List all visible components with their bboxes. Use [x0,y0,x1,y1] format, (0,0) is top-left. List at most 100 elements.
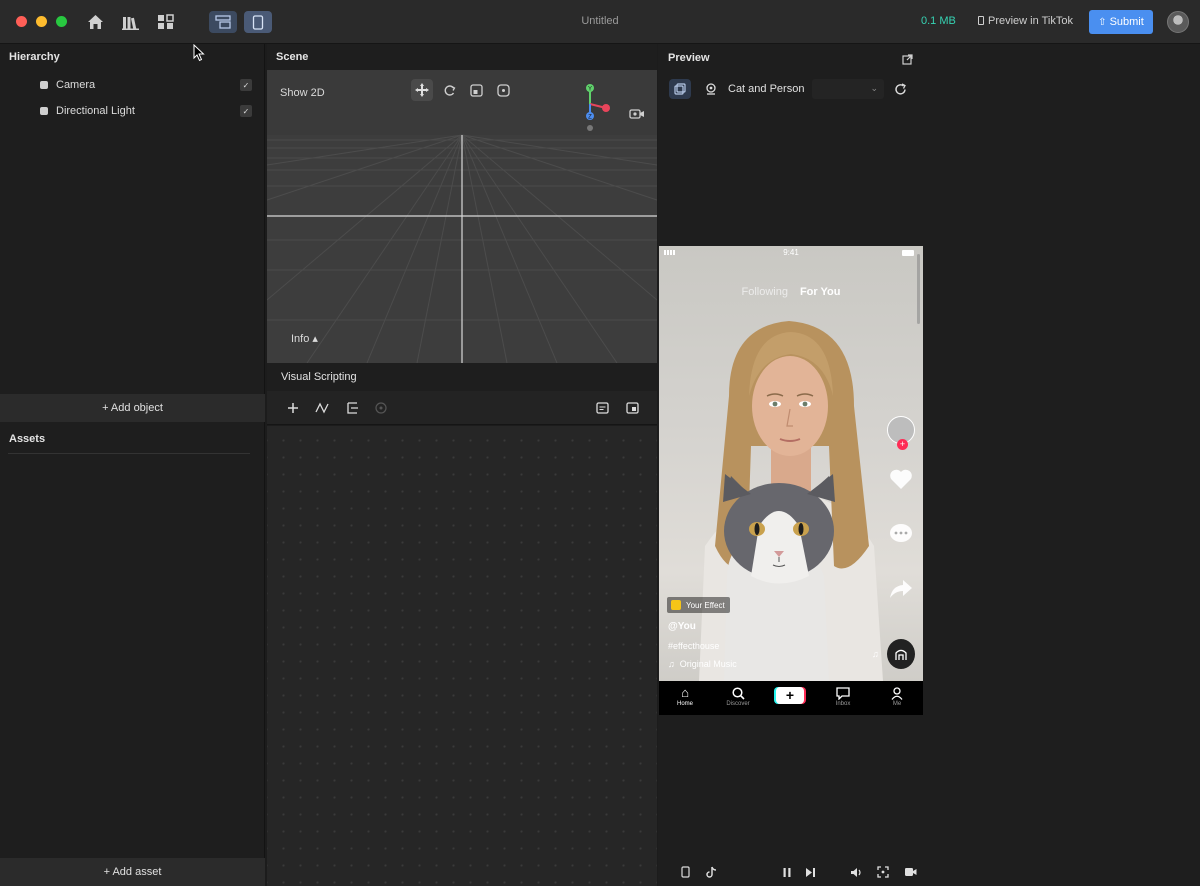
preview-in-tiktok-button[interactable]: Preview in TikTok [978,15,1073,27]
nav-inbox-label: Inbox [835,701,851,707]
preview-scrollbar[interactable] [917,254,920,324]
simulation-dropdown[interactable]: ⌄ [812,79,884,99]
effect-badge-label: Your Effect [686,600,725,610]
status-time: 9:41 [783,248,799,257]
create-plus-icon: + [776,687,804,704]
fullscreen-icon[interactable] [875,864,891,880]
visual-scripting-header: Visual Scripting [267,363,657,391]
nav-me-label: Me [892,701,902,707]
add-node-icon[interactable] [284,399,302,417]
submit-button[interactable]: ⇧ Submit [1089,10,1153,34]
hierarchy-item-label: Camera [56,79,96,91]
submit-label: Submit [1109,16,1144,28]
visibility-checkbox[interactable]: ✓ [240,105,252,117]
simulation-select[interactable]: Cat and Person ⌄ [728,79,884,99]
tab-following[interactable]: Following [741,286,787,298]
orientation-gizmo-icon[interactable]: Y Z [572,82,612,132]
share-arrow-icon[interactable] [887,576,915,602]
nav-discover-label: Discover [726,701,750,707]
preview-in-tiktok-label: Preview in TikTok [988,15,1073,27]
minimap-icon[interactable] [623,399,641,417]
assets-divider [8,453,250,454]
gizmo-y-label: Y [588,87,592,93]
hierarchy-panel: Hierarchy Camera ✓ Directional Light ✓ +… [0,44,265,886]
creator-avatar-button[interactable]: + [887,412,915,450]
user-avatar[interactable] [1167,11,1189,33]
title-bar: Untitled 0.1 MB Preview in TikTok ⇧ Submi… [0,0,1200,44]
phone-icon [978,16,984,25]
camera-view-icon[interactable] [629,107,645,125]
preview-camera-feed [659,246,923,681]
inbox-icon [823,685,863,701]
phone-bottom-nav: ⌂ Home Discover + Inbox Me [659,681,923,715]
video-username[interactable]: @You [668,621,696,632]
effect-house-app: Untitled 0.1 MB Preview in TikTok ⇧ Submi… [0,0,1200,886]
hierarchy-title: Hierarchy [9,51,60,63]
chevron-down-icon: ⌄ [870,83,878,93]
nav-home[interactable]: ⌂ Home [665,685,705,707]
effect-icon [671,600,681,610]
nav-me[interactable]: Me [877,685,917,707]
volume-icon[interactable] [848,864,864,880]
camera-object-icon [40,81,48,89]
status-bar: 9:41 [659,246,923,260]
show-2d-toggle[interactable]: Show 2D [280,87,325,99]
music-disc-icon [887,639,915,669]
gizmo-z-label: Z [588,115,592,121]
hierarchy-item-label: Directional Light [56,105,135,117]
scale-tool-icon[interactable] [465,79,487,101]
info-toggle[interactable]: Info ▴ [291,332,318,345]
comment-bubble-icon[interactable] [887,521,915,547]
simulation-mode-icon[interactable] [669,79,691,99]
refresh-icon[interactable] [891,80,909,98]
group-nodes-icon[interactable] [343,399,361,417]
connect-nodes-icon[interactable] [313,399,331,417]
move-tool-icon[interactable] [411,79,433,101]
empty-workspace-area [924,44,1200,886]
search-icon [718,685,758,701]
scene-header: Scene [267,44,657,70]
profile-icon [877,685,917,701]
visual-scripting-canvas[interactable] [267,426,657,886]
step-forward-icon[interactable] [802,864,818,880]
comment-icon[interactable] [593,399,611,417]
open-external-icon[interactable] [902,52,913,70]
battery-icon [902,250,914,256]
mouse-cursor-icon [193,44,205,62]
add-object-button[interactable]: + Add object [0,394,265,422]
heart-icon[interactable] [887,466,915,492]
record-video-icon[interactable] [902,864,918,880]
preview-title: Preview [668,52,710,64]
device-icon[interactable] [677,864,693,880]
phone-preview[interactable]: 9:41 Following For You + ♫ Your Effect @… [659,246,923,715]
nav-inbox[interactable]: Inbox [823,685,863,707]
add-asset-button[interactable]: + Add asset [0,858,265,886]
scene-title: Scene [276,51,309,63]
music-disc-button[interactable] [887,639,915,669]
simulation-selected-value: Cat and Person [728,83,805,95]
effect-badge[interactable]: Your Effect [667,597,730,613]
video-music[interactable]: ♫ Original Music [668,659,737,669]
nav-create[interactable]: + [770,685,810,704]
tiktok-icon[interactable] [703,864,719,880]
project-size: 0.1 MB [921,15,956,27]
upload-icon: ⇧ [1098,16,1107,28]
nav-discover[interactable]: Discover [718,685,758,707]
preview-playback-controls [658,858,924,886]
video-hashtag[interactable]: #effecthouse [668,641,719,651]
home-icon: ⌂ [681,685,689,700]
pause-icon[interactable] [779,864,795,880]
scene-viewport[interactable]: Show 2D Y Z Info ▴ [267,70,657,363]
hierarchy-item-directional-light[interactable]: Directional Light ✓ [40,102,252,120]
nav-home-label: Home [676,701,693,707]
disabled-tool-icon [372,399,390,417]
assets-title: Assets [9,433,46,445]
tab-for-you[interactable]: For You [800,286,841,298]
visibility-checkbox[interactable]: ✓ [240,79,252,91]
hierarchy-item-camera[interactable]: Camera ✓ [40,76,252,94]
webcam-icon[interactable] [702,80,720,98]
follow-plus-icon: + [897,439,908,450]
rotate-tool-icon[interactable] [438,79,460,101]
rect-tool-icon[interactable] [492,79,514,101]
music-note-icon: ♫ [872,649,879,659]
